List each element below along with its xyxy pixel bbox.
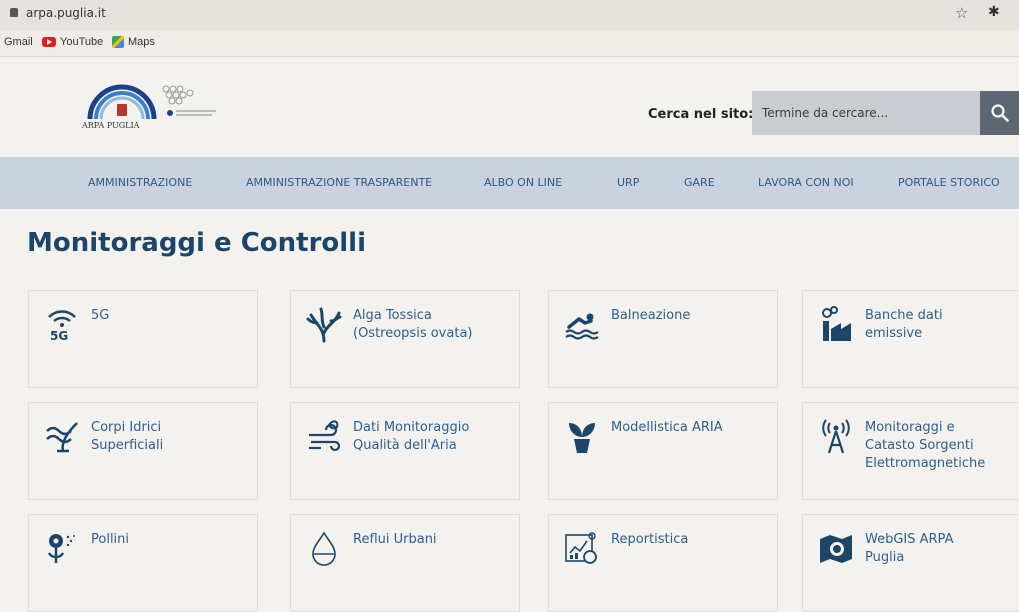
water-bodies-icon [46, 422, 78, 453]
nav-albo-on-line[interactable]: ALBO ON LINE [484, 176, 562, 189]
bookmark-label: Gmail [4, 36, 33, 48]
tile-5g[interactable]: 5G 5G [28, 290, 258, 388]
lock-icon [10, 8, 18, 17]
nav-amministrazione-trasparente[interactable]: AMMINISTRAZIONE TRASPARENTE [246, 176, 432, 189]
seaweed-icon [306, 307, 342, 343]
wifi-5g-icon: 5G [48, 310, 76, 343]
tile-webgis[interactable]: WebGIS ARPA Puglia [802, 514, 1019, 612]
bookmark-label: Maps [128, 36, 155, 48]
maps-icon [112, 36, 124, 48]
tile-label: Pollini [91, 532, 130, 547]
antenna-icon [822, 419, 850, 454]
tile-pollini[interactable]: Pollini [28, 514, 258, 612]
page-title: Monitoraggi e Controlli [27, 228, 366, 258]
tile-balneazione[interactable]: Balneazione [548, 290, 778, 388]
drop-icon [312, 531, 336, 566]
map-icon [820, 535, 852, 563]
search-label: Cerca nel sito: [648, 107, 754, 122]
arpa-logo[interactable]: ARPA PUGLIA [82, 79, 242, 131]
air-quality-icon [309, 420, 341, 452]
report-icon [565, 532, 597, 564]
browser-url-bar[interactable]: arpa.puglia.it ☆ ✱ [0, 0, 1019, 31]
tile-label: WebGIS ARPA Puglia [865, 532, 954, 565]
tile-monitoraggi-elettromagnetiche[interactable]: Monitoraggi e Catasto Sorgenti Elettroma… [802, 402, 1019, 500]
nav-gare[interactable]: GARE [684, 176, 715, 189]
search-icon [990, 104, 1009, 122]
bookmark-gmail[interactable]: Gmail [4, 36, 33, 48]
tile-banche-dati-emissive[interactable]: Banche dati emissive [802, 290, 1019, 388]
bookmarks-bar: Gmail YouTube Maps [0, 30, 1019, 57]
tile-label: Alga Tossica (Ostreopsis ovata) [353, 308, 473, 341]
nav-portale-storico[interactable]: PORTALE STORICO [898, 176, 1000, 189]
logo-text: ARPA PUGLIA [82, 121, 140, 130]
url-text[interactable]: arpa.puglia.it [26, 6, 106, 20]
tile-label: 5G [91, 308, 110, 323]
bookmark-star-icon[interactable]: ☆ [955, 4, 968, 22]
bookmark-maps[interactable]: Maps [112, 36, 155, 48]
factory-icon [822, 306, 851, 341]
svg-text:5G: 5G [50, 329, 68, 343]
tile-label: Banche dati emissive [865, 308, 943, 341]
tile-label: Reflui Urbani [353, 532, 437, 547]
bookmark-youtube[interactable]: YouTube [42, 36, 103, 48]
tile-reflui-urbani[interactable]: Reflui Urbani [290, 514, 520, 612]
nav-lavora-con-noi[interactable]: LAVORA CON NOI [758, 176, 854, 189]
tile-label: Balneazione [611, 308, 691, 323]
main-nav: AMMINISTRAZIONE AMMINISTRAZIONE TRASPARE… [0, 157, 1019, 209]
tile-reportistica[interactable]: Reportistica [548, 514, 778, 612]
search-input[interactable] [752, 91, 980, 135]
swimmer-icon [565, 313, 599, 340]
site-header: ARPA PUGLIA Cerca nel sito: [0, 57, 1019, 157]
tile-modellistica-aria[interactable]: Modellistica ARIA [548, 402, 778, 500]
search-button[interactable] [980, 91, 1019, 135]
tile-label: Modellistica ARIA [611, 420, 723, 435]
tile-label: Reportistica [611, 532, 689, 547]
nav-urp[interactable]: URP [617, 176, 639, 189]
rainbow-logo-icon [87, 84, 216, 120]
youtube-icon [42, 37, 56, 47]
tile-label: Monitoraggi e Catasto Sorgenti Elettroma… [865, 420, 986, 471]
bookmark-label: YouTube [60, 36, 104, 48]
leaves-pot-icon [569, 423, 595, 453]
flower-icon [47, 534, 75, 563]
extensions-icon[interactable]: ✱ [988, 4, 1000, 20]
tile-alga-tossica[interactable]: Alga Tossica (Ostreopsis ovata) [290, 290, 520, 388]
tile-dati-monitoraggio-aria[interactable]: Dati Monitoraggio Qualità dell'Aria [290, 402, 520, 500]
tile-label: Dati Monitoraggio Qualità dell'Aria [353, 420, 470, 453]
tile-label: Corpi Idrici Superficiali [91, 420, 164, 453]
nav-amministrazione[interactable]: AMMINISTRAZIONE [88, 176, 192, 189]
tile-corpi-idrici[interactable]: Corpi Idrici Superficiali [28, 402, 258, 500]
